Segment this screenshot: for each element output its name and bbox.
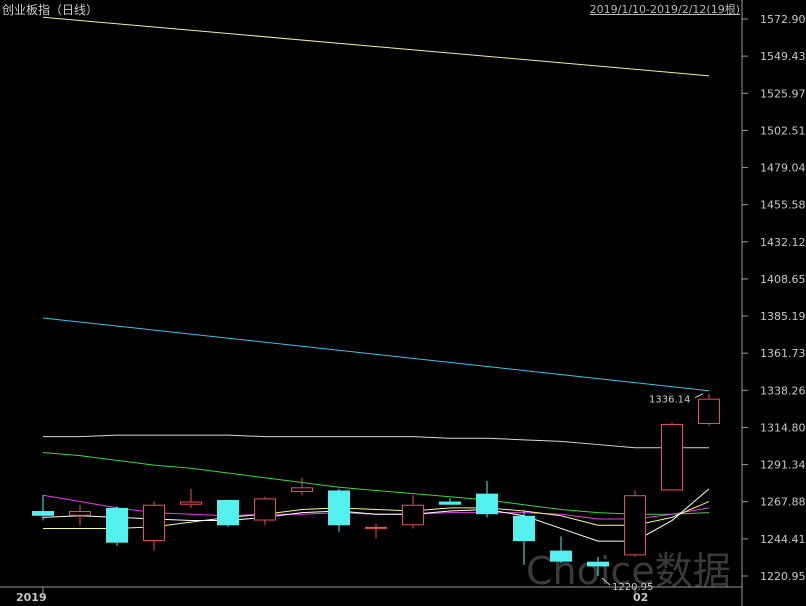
candle-body [69, 511, 91, 516]
candle-body [254, 498, 276, 521]
candle-body [439, 501, 461, 505]
price-tick-label: 1525.97 [760, 87, 806, 100]
candle-body [106, 507, 128, 543]
ma-line-5 [42, 494, 710, 520]
moving-average-lines [42, 16, 710, 542]
price-tick-label: 1291.34 [760, 459, 806, 472]
ma-line-2 [42, 317, 710, 392]
candle [180, 488, 202, 508]
candle [365, 523, 387, 538]
annotation-arrow [694, 393, 704, 399]
price-tick-label: 1385.19 [760, 310, 806, 323]
candle-body [180, 501, 202, 505]
candle-body [624, 495, 646, 556]
ma-line-1 [42, 16, 710, 77]
candle-body [32, 511, 54, 516]
candle [439, 498, 461, 505]
candle [291, 477, 313, 496]
candle [624, 490, 646, 557]
candle-body [661, 423, 683, 491]
candle [143, 501, 165, 551]
candle [698, 393, 720, 426]
price-tick-label: 1432.12 [760, 236, 806, 249]
candle [69, 504, 91, 526]
price-tick-label: 1479.04 [760, 162, 806, 175]
candle-body [217, 499, 239, 526]
candle [661, 422, 683, 491]
candle [328, 488, 350, 532]
candle [106, 506, 128, 546]
candle [402, 495, 424, 529]
price-tick-label: 1244.41 [760, 533, 806, 546]
candle [254, 496, 276, 526]
price-tick-label: 1408.65 [760, 273, 806, 286]
price-tick-label: 1267.88 [760, 496, 806, 509]
ma-line-3 [43, 434, 709, 449]
price-ticks: 1572.90 1549.43 1525.97 1502.51 1479.04 1455.… [742, 13, 806, 583]
candle-body [513, 515, 535, 542]
candle [476, 480, 498, 518]
price-tick-label: 1455.58 [760, 199, 806, 212]
candle-body [291, 487, 313, 493]
price-tick-label: 1502.51 [760, 124, 806, 137]
price-tick-label: 1314.80 [760, 421, 806, 434]
price-tick-label: 1220.95 [760, 570, 806, 583]
candle-body [328, 490, 350, 526]
candle-body [365, 526, 387, 529]
time-tick-label: 02 [633, 591, 648, 604]
candle-body [476, 493, 498, 515]
candle-body [143, 504, 165, 542]
candle-body [587, 561, 609, 567]
high-price-annotation: 1336.14 [649, 395, 690, 406]
candle-body [550, 550, 572, 562]
candlestick-chart[interactable]: Choice数据 1336.141220.95 1572.901549.4315… [0, 0, 806, 606]
price-tick-label: 1361.73 [760, 347, 806, 360]
price-tick-label: 1549.43 [760, 50, 806, 63]
candle-body [402, 504, 424, 526]
ma-line-4 [42, 451, 710, 515]
time-tick-label: 2019 [16, 591, 47, 604]
price-tick-label: 1572.90 [760, 13, 806, 26]
price-tick-label: 1338.26 [760, 384, 806, 397]
candle [217, 499, 239, 527]
candle-body [698, 398, 720, 424]
